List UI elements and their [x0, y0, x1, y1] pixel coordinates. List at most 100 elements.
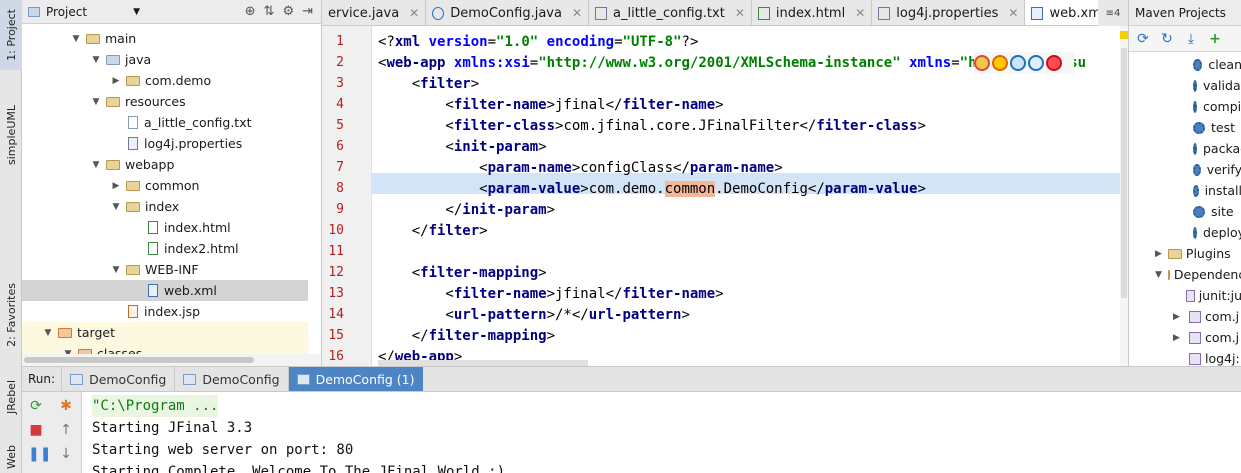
- tree-item[interactable]: ▼ target: [22, 322, 308, 343]
- tree-item[interactable]: ▼ index: [22, 196, 308, 217]
- tree-item[interactable]: web.xml: [22, 280, 308, 301]
- project-horizontal-scrollbar[interactable]: [22, 354, 321, 366]
- collapse-icon[interactable]: ⇅: [264, 4, 275, 19]
- maven-lifecycle-item[interactable]: site: [1129, 201, 1241, 222]
- expanded-arrow-icon[interactable]: ▼: [42, 328, 54, 338]
- tree-item[interactable]: ▼ java: [22, 49, 308, 70]
- tree-item[interactable]: index.html: [22, 217, 308, 238]
- run-config-icon: [70, 373, 84, 385]
- maven-dependency-item[interactable]: log4j:: [1129, 348, 1241, 366]
- safari-icon[interactable]: [1010, 55, 1026, 71]
- stop-icon[interactable]: ■: [28, 422, 44, 438]
- folder-icon: [126, 75, 140, 86]
- opera-icon[interactable]: [1046, 55, 1062, 71]
- sync-icon[interactable]: ⊕: [245, 4, 256, 19]
- expanded-arrow-icon[interactable]: ▼: [90, 55, 102, 65]
- ie-icon[interactable]: [1028, 55, 1044, 71]
- maven-lifecycle-item[interactable]: validate: [1129, 75, 1241, 96]
- maven-lifecycle-label: validate: [1203, 78, 1241, 93]
- download-icon[interactable]: ⤓: [1183, 31, 1199, 47]
- collapsed-arrow-icon[interactable]: ▶: [1173, 333, 1185, 343]
- close-icon[interactable]: ✕: [572, 6, 582, 20]
- expanded-arrow-icon[interactable]: ▼: [90, 97, 102, 107]
- tree-item[interactable]: ▼ WEB-INF: [22, 259, 308, 280]
- code-line-4: <filter-name>jfinal</filter-name>: [378, 97, 724, 113]
- browser-preview-icons: [974, 52, 1074, 74]
- expanded-arrow-icon[interactable]: ▼: [110, 265, 122, 275]
- folder-icon: [106, 54, 120, 65]
- expanded-arrow-icon[interactable]: ▼: [90, 160, 102, 170]
- tree-item[interactable]: ▶ common: [22, 175, 308, 196]
- run-console[interactable]: "C:\Program ... Starting JFinal 3.3 Star…: [82, 392, 1241, 473]
- maven-lifecycle-item[interactable]: compile: [1129, 96, 1241, 117]
- tree-item[interactable]: ▼ resources: [22, 91, 308, 112]
- maven-lifecycle-item[interactable]: clean: [1129, 54, 1241, 75]
- editor-vertical-scrollbar[interactable]: [1120, 26, 1128, 366]
- class-icon: [432, 6, 445, 20]
- pause-icon[interactable]: ❚❚: [28, 446, 51, 462]
- tool-tab-jrebel[interactable]: JRebel: [0, 372, 22, 422]
- hide-icon[interactable]: ⇥: [302, 4, 313, 19]
- gear-icon: [1193, 142, 1197, 155]
- up-arrow-icon[interactable]: ↑: [58, 422, 74, 438]
- line-number: 5: [336, 118, 344, 133]
- run-tab-democonfig[interactable]: DemoConfig: [61, 367, 174, 391]
- tool-tab-simpleuml[interactable]: simpleUML: [0, 90, 22, 180]
- collapsed-arrow-icon[interactable]: ▶: [110, 76, 122, 86]
- close-icon[interactable]: ✕: [855, 6, 865, 20]
- close-icon[interactable]: ✕: [409, 6, 419, 20]
- editor-tab[interactable]: index.html ✕: [752, 0, 873, 25]
- library-icon: [1189, 331, 1201, 344]
- maven-lifecycle-item[interactable]: test: [1129, 117, 1241, 138]
- tree-item[interactable]: a_little_config.txt: [22, 112, 308, 133]
- maven-dependency-item[interactable]: junit:ju: [1129, 285, 1241, 306]
- run-tab-democonfig-1[interactable]: DemoConfig (1): [287, 367, 423, 391]
- tree-item[interactable]: ▼ main: [22, 28, 308, 49]
- maven-lifecycle-item[interactable]: verify: [1129, 159, 1241, 180]
- collapsed-arrow-icon[interactable]: ▶: [1173, 312, 1185, 322]
- editor-tab[interactable]: ervice.java ✕: [322, 0, 427, 25]
- add-icon[interactable]: +: [1207, 31, 1223, 47]
- tree-item[interactable]: ▼ webapp: [22, 154, 308, 175]
- expanded-arrow-icon[interactable]: ▼: [110, 202, 122, 212]
- expanded-arrow-icon[interactable]: ▼: [70, 34, 82, 44]
- html-file-icon: [148, 221, 158, 234]
- tool-tab-project[interactable]: 1: Project: [0, 0, 22, 70]
- maven-lifecycle-item[interactable]: install: [1129, 180, 1241, 201]
- tree-item[interactable]: ▶ com.demo: [22, 70, 308, 91]
- tree-item[interactable]: log4j.properties: [22, 133, 308, 154]
- collapsed-arrow-icon[interactable]: ▶: [1155, 249, 1162, 259]
- tool-tab-web[interactable]: Web: [0, 440, 22, 473]
- tree-item[interactable]: index.jsp: [22, 301, 308, 322]
- collapsed-arrow-icon[interactable]: ▶: [110, 181, 122, 191]
- gear-icon[interactable]: ⚙: [282, 4, 294, 19]
- rerun-icon[interactable]: ⟳: [28, 398, 44, 414]
- maven-plugins[interactable]: ▶ Plugins: [1129, 243, 1241, 264]
- editor-tab[interactable]: a_little_config.txt ✕: [589, 0, 752, 25]
- run-tab-democonfig-2[interactable]: DemoConfig: [174, 367, 287, 391]
- expanded-arrow-icon[interactable]: ▼: [1155, 270, 1162, 280]
- chrome-icon[interactable]: [974, 55, 990, 71]
- run-label: Run:: [28, 372, 56, 386]
- maven-dependencies[interactable]: ▼ Dependencies: [1129, 264, 1241, 285]
- xml-file-icon: [148, 284, 158, 297]
- tab-overflow-button[interactable]: ≡4: [1098, 0, 1128, 26]
- tree-item[interactable]: index2.html: [22, 238, 308, 259]
- down-arrow-icon[interactable]: ↓: [58, 446, 74, 462]
- generate-sources-icon[interactable]: ↻: [1159, 31, 1175, 47]
- close-icon[interactable]: ✕: [735, 6, 745, 20]
- maven-dependency-label: log4j:: [1205, 351, 1240, 366]
- maven-dependency-item[interactable]: ▶ com.j: [1129, 306, 1241, 327]
- code-editor[interactable]: 1 2 3 4 5 6 7 8 9 10 11 12 13 14 15 16 <?xml version="1…: [322, 26, 1128, 366]
- refresh-icon[interactable]: ⟳: [1135, 31, 1151, 47]
- chevron-down-icon[interactable]: ▼: [133, 7, 140, 17]
- maven-dependency-item[interactable]: ▶ com.j: [1129, 327, 1241, 348]
- close-icon[interactable]: ✕: [1008, 6, 1018, 20]
- debug-icon[interactable]: ✱: [58, 398, 74, 414]
- maven-lifecycle-item[interactable]: package: [1129, 138, 1241, 159]
- editor-tab[interactable]: log4j.properties ✕: [872, 0, 1026, 25]
- firefox-icon[interactable]: [992, 55, 1008, 71]
- editor-tab[interactable]: DemoConfig.java ✕: [426, 0, 590, 25]
- tool-tab-favorites[interactable]: 2: Favorites: [0, 270, 22, 360]
- maven-lifecycle-item[interactable]: deploy: [1129, 222, 1241, 243]
